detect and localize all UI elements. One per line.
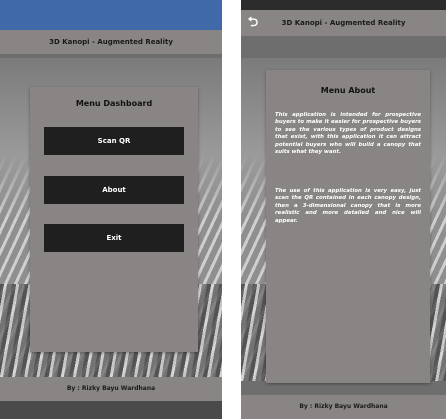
author-footer: By : Rizky Bayu Wardhana	[0, 377, 222, 401]
dashboard-screen: 3D Kanopi - Augmented Reality Menu Dashb…	[0, 0, 222, 419]
status-bar	[241, 0, 446, 10]
about-panel: Menu About This application is intended …	[266, 70, 430, 383]
menu-about-heading: Menu About	[320, 86, 376, 95]
about-screen: ⮌ 3D Kanopi - Augmented Reality Menu Abo…	[241, 0, 446, 419]
app-title: 3D Kanopi - Augmented Reality	[0, 30, 222, 54]
scan-qr-button[interactable]: Scan QR	[44, 127, 184, 155]
status-bar	[0, 0, 222, 30]
navigation-bar	[0, 401, 222, 419]
back-arrow-icon[interactable]: ⮌	[246, 16, 260, 30]
about-button[interactable]: About	[44, 176, 184, 204]
menu-dashboard-heading: Menu Dashboard	[75, 99, 153, 108]
app-title: 3D Kanopi - Augmented Reality	[281, 19, 406, 27]
about-paragraph-2: The use of this application is very easy…	[275, 188, 421, 224]
exit-button[interactable]: Exit	[44, 224, 184, 252]
about-paragraph-1: This application is intended for prospec…	[275, 112, 421, 156]
dashboard-menu-panel: Menu Dashboard Scan QR About Exit	[30, 87, 198, 352]
author-footer: By : Rizky Bayu Wardhana	[241, 395, 446, 419]
app-title-bar: ⮌ 3D Kanopi - Augmented Reality	[241, 10, 446, 36]
